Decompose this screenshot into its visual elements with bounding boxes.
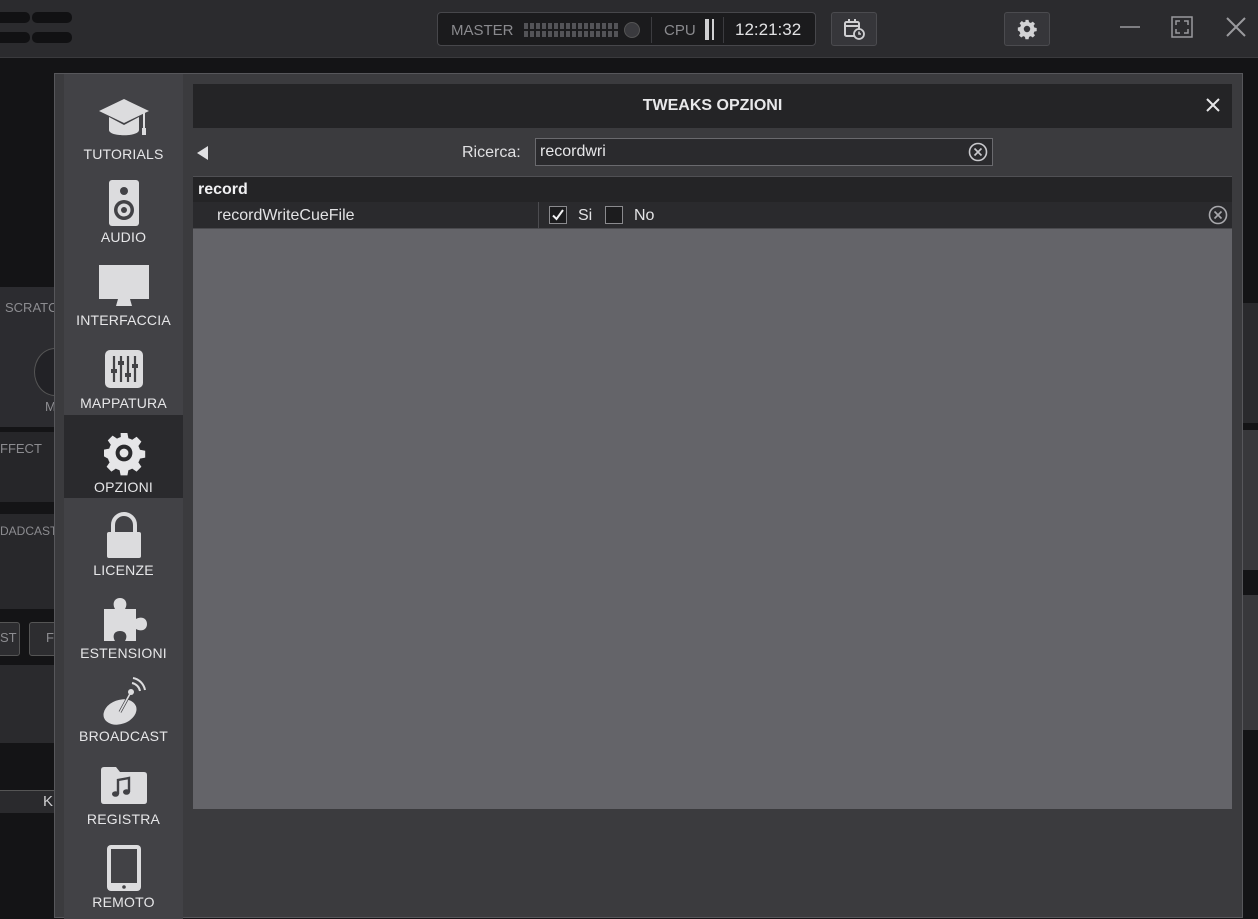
close-icon	[1206, 98, 1220, 112]
option-row: recordWriteCueFile Si No	[193, 202, 1232, 229]
back-arrow-icon[interactable]	[197, 146, 208, 160]
sidebar-item-tutorials[interactable]: TUTORIALS	[64, 82, 183, 165]
cpu-meter-secondary	[712, 19, 714, 40]
settings-dialog: TUTORIALS AUDIO INTERFACCIA MAPPATURA OP…	[54, 73, 1243, 919]
sidebar-label: REGISTRA	[86, 811, 161, 827]
minimize-button[interactable]	[1115, 12, 1145, 42]
sidebar-label: INTERFACCIA	[76, 312, 171, 328]
sidebar-item-remoto[interactable]: REMOTO	[64, 830, 183, 913]
right-panel	[1243, 303, 1258, 423]
st-label: ST	[0, 630, 17, 645]
sidebar-item-estensioni[interactable]: ESTENSIONI	[64, 581, 183, 664]
option-group-header: record	[193, 176, 1232, 202]
menu-icon[interactable]	[0, 10, 72, 46]
monitor-icon	[98, 265, 149, 306]
sidebar-label: OPZIONI	[94, 479, 153, 495]
music-folder-icon	[100, 767, 147, 804]
search-box	[535, 138, 993, 166]
search-label: Ricerca:	[462, 144, 521, 161]
master-level-meter	[524, 23, 620, 37]
divider	[651, 17, 652, 43]
sidebar-item-broadcast[interactable]: BROADCAST	[64, 664, 183, 747]
sidebar-item-opzioni[interactable]: OPZIONI	[64, 415, 183, 498]
speaker-icon	[108, 180, 139, 226]
clear-search-icon[interactable]	[968, 142, 988, 162]
divider	[723, 17, 724, 43]
sidebar-label: REMOTO	[92, 894, 155, 910]
sidebar-label: MAPPATURA	[80, 395, 167, 411]
sidebar-label: BROADCAST	[79, 728, 168, 744]
sliders-icon	[104, 350, 143, 388]
yes-checkbox[interactable]	[549, 206, 567, 224]
calendar-clock-icon	[844, 19, 865, 40]
sidebar-item-licenze[interactable]: LICENZE	[64, 498, 183, 581]
sidebar-item-registra[interactable]: REGISTRA	[64, 747, 183, 830]
column-divider	[538, 202, 539, 229]
search-row: Ricerca:	[193, 138, 1232, 168]
search-input[interactable]	[540, 142, 960, 162]
options-list: record recordWriteCueFile Si No	[193, 176, 1232, 809]
minimize-icon	[1120, 26, 1140, 28]
puzzle-icon	[103, 598, 147, 641]
k-label: K	[43, 793, 54, 810]
gear-icon	[1017, 19, 1037, 40]
cpu-meter	[705, 19, 709, 40]
right-panel-2	[1243, 430, 1258, 570]
sidebar-label: ESTENSIONI	[80, 645, 167, 661]
yes-label: Si	[578, 207, 593, 224]
group-title: record	[198, 181, 248, 198]
sidebar-label: TUTORIALS	[83, 146, 164, 162]
checkmark-icon	[552, 209, 564, 221]
f-label: F	[46, 630, 54, 645]
sidebar-item-audio[interactable]: AUDIO	[64, 165, 183, 248]
status-panel: MASTER CPU 12:21:32	[437, 12, 816, 46]
broadcast-label: DADCAST	[0, 524, 58, 538]
reset-option-icon[interactable]	[1208, 205, 1228, 225]
master-volume-knob[interactable]	[624, 22, 640, 38]
top-bar: MASTER CPU 12:21:32	[0, 0, 1258, 58]
sidebar-label: AUDIO	[100, 229, 147, 245]
tablet-icon	[106, 845, 141, 891]
dialog-title-bar: TWEAKS OPZIONI	[193, 84, 1232, 128]
settings-sidebar: TUTORIALS AUDIO INTERFACCIA MAPPATURA OP…	[64, 74, 183, 919]
sidebar-item-mappatura[interactable]: MAPPATURA	[64, 331, 183, 414]
settings-button[interactable]	[1004, 12, 1050, 46]
dialog-title: TWEAKS OPZIONI	[642, 97, 783, 114]
sidebar-item-interfaccia[interactable]: INTERFACCIA	[64, 248, 183, 331]
close-icon	[1226, 17, 1246, 37]
close-window-button[interactable]	[1221, 12, 1251, 42]
close-dialog-button[interactable]	[1202, 94, 1224, 116]
cpu-label: CPU	[664, 22, 696, 39]
right-panel-3	[1243, 595, 1258, 730]
clock: 12:21:32	[735, 20, 802, 39]
maximize-icon	[1171, 16, 1193, 38]
option-name: recordWriteCueFile	[217, 207, 355, 224]
scratch-label: SCRATC	[5, 300, 58, 315]
effect-label: FFECT	[0, 441, 42, 456]
no-label: No	[634, 207, 655, 224]
master-label: MASTER	[451, 22, 514, 39]
maximize-button[interactable]	[1167, 12, 1197, 42]
mixer-strip	[0, 665, 54, 743]
gear-icon	[103, 433, 145, 476]
sidebar-label: LICENZE	[93, 562, 154, 578]
schedule-button[interactable]	[831, 12, 877, 46]
lock-icon	[106, 512, 141, 558]
no-checkbox[interactable]	[605, 206, 623, 224]
graduation-cap-icon	[98, 99, 149, 136]
satellite-dish-icon	[103, 677, 146, 725]
